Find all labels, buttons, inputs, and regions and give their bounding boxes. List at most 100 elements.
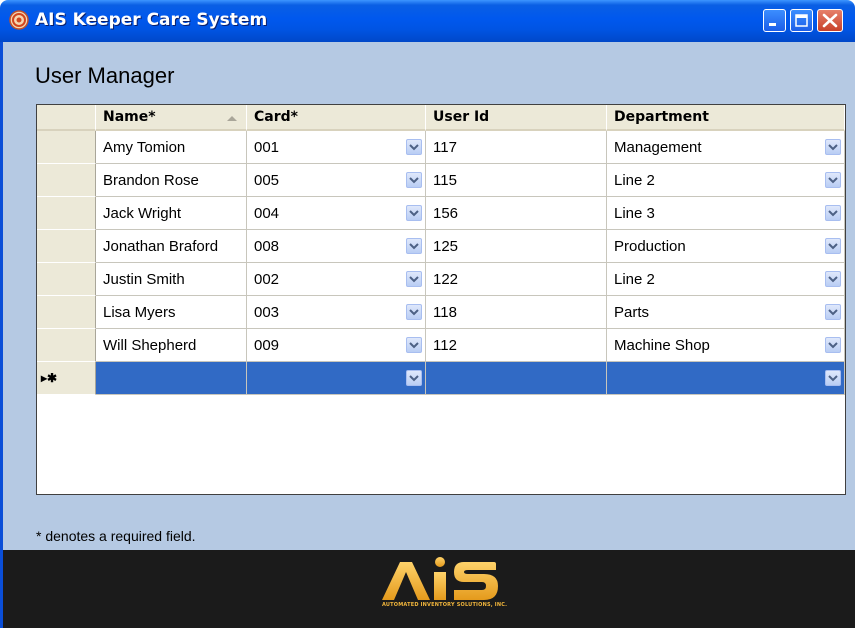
row-header[interactable]	[37, 197, 96, 230]
maximize-icon	[795, 14, 808, 27]
column-header-user-id[interactable]: User Id	[426, 105, 607, 131]
chevron-down-icon	[828, 243, 838, 250]
sort-ascending-icon	[227, 116, 237, 121]
name-cell[interactable]: Jack Wright	[96, 197, 247, 230]
department-cell[interactable]: Production	[607, 230, 845, 263]
new-row-indicator[interactable]: ▸✱	[37, 362, 96, 395]
card-dropdown-button[interactable]	[406, 271, 422, 287]
user-id-cell[interactable]: 125	[426, 230, 607, 263]
department-dropdown-button[interactable]	[825, 304, 841, 320]
user-id-cell[interactable]: 115	[426, 164, 607, 197]
chevron-down-icon	[828, 177, 838, 184]
table-row[interactable]: Lisa Myers 003 118 Parts	[37, 296, 845, 329]
name-cell[interactable]	[96, 362, 247, 395]
department-dropdown-button[interactable]	[825, 205, 841, 221]
card-cell[interactable]: 008	[247, 230, 426, 263]
chevron-down-icon	[409, 309, 419, 316]
card-cell[interactable]: 002	[247, 263, 426, 296]
department-value: Line 2	[614, 172, 655, 189]
row-header[interactable]	[37, 296, 96, 329]
card-cell[interactable]: 005	[247, 164, 426, 197]
card-cell[interactable]: 001	[247, 131, 426, 164]
app-window: AIS Keeper Care System User Manager Name…	[0, 0, 855, 628]
card-value: 005	[254, 172, 280, 189]
chevron-down-icon	[828, 342, 838, 349]
row-header[interactable]	[37, 230, 96, 263]
minimize-icon	[769, 23, 776, 26]
column-header-label: User Id	[433, 109, 490, 125]
department-cell[interactable]: Management	[607, 131, 845, 164]
chevron-down-icon	[409, 342, 419, 349]
name-cell[interactable]: Brandon Rose	[96, 164, 247, 197]
new-row[interactable]: ▸✱	[37, 362, 845, 395]
maximize-button[interactable]	[790, 9, 813, 32]
minimize-button[interactable]	[763, 9, 786, 32]
user-id-cell[interactable]: 112	[426, 329, 607, 362]
department-cell[interactable]: Line 2	[607, 263, 845, 296]
required-field-note: * denotes a required field.	[36, 528, 196, 544]
card-value: 004	[254, 205, 280, 222]
department-dropdown-button[interactable]	[825, 337, 841, 353]
chevron-down-icon	[828, 309, 838, 316]
table-row[interactable]: Justin Smith 002 122 Line 2	[37, 263, 845, 296]
table-row[interactable]: Jack Wright 004 156 Line 3	[37, 197, 845, 230]
column-header-label: Name*	[103, 109, 156, 125]
title-bar[interactable]: AIS Keeper Care System	[0, 0, 855, 42]
table-row[interactable]: Brandon Rose 005 115 Line 2	[37, 164, 845, 197]
window-title: AIS Keeper Care System	[35, 10, 268, 30]
card-dropdown-button[interactable]	[406, 304, 422, 320]
card-cell[interactable]	[247, 362, 426, 395]
department-cell[interactable]: Machine Shop	[607, 329, 845, 362]
department-cell[interactable]: Line 2	[607, 164, 845, 197]
department-cell[interactable]	[607, 362, 845, 395]
department-dropdown-button[interactable]	[825, 139, 841, 155]
header-corner[interactable]	[37, 105, 96, 131]
card-dropdown-button[interactable]	[406, 205, 422, 221]
user-id-cell[interactable]: 117	[426, 131, 607, 164]
user-id-cell[interactable]	[426, 362, 607, 395]
card-dropdown-button[interactable]	[406, 370, 422, 386]
row-header[interactable]	[37, 329, 96, 362]
card-dropdown-button[interactable]	[406, 172, 422, 188]
chevron-down-icon	[828, 210, 838, 217]
card-cell[interactable]: 004	[247, 197, 426, 230]
card-dropdown-button[interactable]	[406, 139, 422, 155]
department-cell[interactable]: Parts	[607, 296, 845, 329]
department-dropdown-button[interactable]	[825, 370, 841, 386]
row-header[interactable]	[37, 164, 96, 197]
table-row[interactable]: Amy Tomion 001 117 Management	[37, 131, 845, 164]
chevron-down-icon	[409, 276, 419, 283]
card-cell[interactable]: 003	[247, 296, 426, 329]
user-grid[interactable]: Name* Card* User Id Department Amy Tomio…	[36, 104, 846, 495]
card-cell[interactable]: 009	[247, 329, 426, 362]
name-cell[interactable]: Amy Tomion	[96, 131, 247, 164]
table-row[interactable]: Will Shepherd 009 112 Machine Shop	[37, 329, 845, 362]
department-cell[interactable]: Line 3	[607, 197, 845, 230]
row-header[interactable]	[37, 131, 96, 164]
column-header-label: Card*	[254, 109, 298, 125]
company-tagline: AUTOMATED INVENTORY SOLUTIONS, INC.	[382, 602, 508, 608]
chevron-down-icon	[409, 144, 419, 151]
name-cell[interactable]: Jonathan Braford	[96, 230, 247, 263]
card-dropdown-button[interactable]	[406, 337, 422, 353]
department-value: Management	[614, 139, 702, 156]
table-row[interactable]: Jonathan Braford 008 125 Production	[37, 230, 845, 263]
close-icon	[822, 13, 838, 28]
column-header-card[interactable]: Card*	[247, 105, 426, 131]
department-dropdown-button[interactable]	[825, 238, 841, 254]
column-header-department[interactable]: Department	[607, 105, 845, 131]
department-dropdown-button[interactable]	[825, 271, 841, 287]
row-header[interactable]	[37, 263, 96, 296]
close-button[interactable]	[817, 9, 843, 32]
target-icon	[9, 10, 29, 30]
name-cell[interactable]: Lisa Myers	[96, 296, 247, 329]
department-dropdown-button[interactable]	[825, 172, 841, 188]
chevron-down-icon	[828, 276, 838, 283]
user-id-cell[interactable]: 122	[426, 263, 607, 296]
column-header-name[interactable]: Name*	[96, 105, 247, 131]
user-id-cell[interactable]: 118	[426, 296, 607, 329]
card-dropdown-button[interactable]	[406, 238, 422, 254]
name-cell[interactable]: Will Shepherd	[96, 329, 247, 362]
user-id-cell[interactable]: 156	[426, 197, 607, 230]
name-cell[interactable]: Justin Smith	[96, 263, 247, 296]
